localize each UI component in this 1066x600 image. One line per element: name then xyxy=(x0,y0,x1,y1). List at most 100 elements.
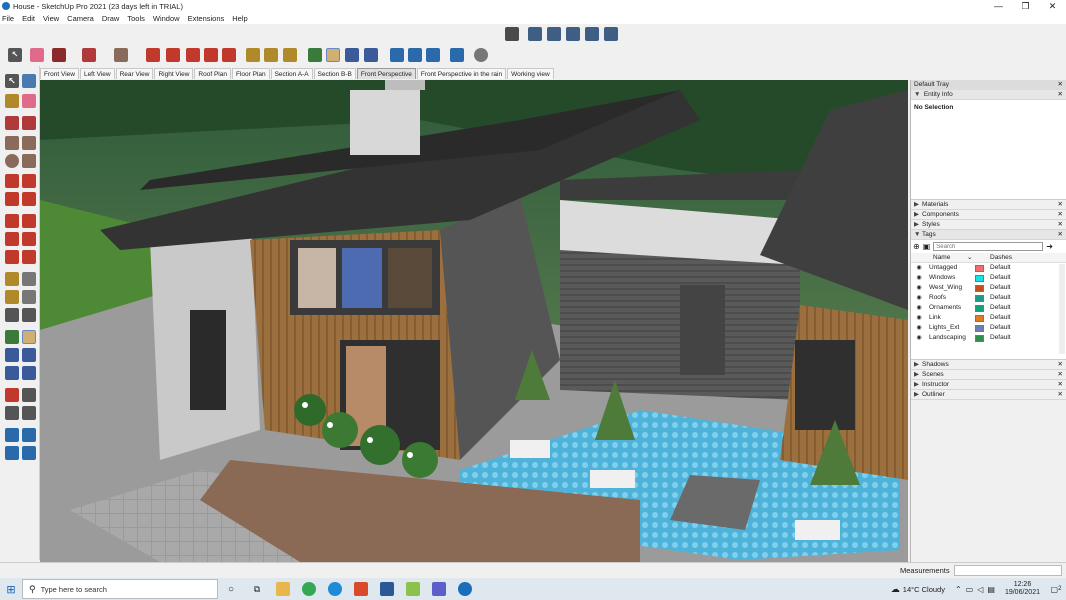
model-viewport[interactable] xyxy=(40,80,908,562)
scene-tab-rear-view[interactable]: Rear View xyxy=(115,68,154,79)
rotated-rectangle-icon[interactable] xyxy=(22,136,36,150)
teams-icon[interactable] xyxy=(432,582,446,596)
menu-tools[interactable]: Tools xyxy=(127,14,145,23)
layout-icon[interactable] xyxy=(426,48,440,62)
rectangle-icon[interactable] xyxy=(5,136,19,150)
paint-bucket-icon[interactable] xyxy=(5,94,19,108)
tag-color-swatch[interactable] xyxy=(975,324,984,332)
tag-color-swatch[interactable] xyxy=(975,274,984,282)
extension-manager-icon[interactable] xyxy=(450,48,464,62)
language-icon[interactable]: ▤ xyxy=(987,585,995,594)
instructor-header[interactable]: ▶ Instructor ✕ xyxy=(911,380,1066,390)
scene-tab-roof-plan[interactable]: Roof Plan xyxy=(194,68,231,79)
details-icon[interactable]: ➜ xyxy=(1046,242,1053,251)
tape-measure-icon[interactable] xyxy=(246,48,260,62)
components-header[interactable]: ▶ Components ✕ xyxy=(911,210,1066,220)
pan-icon[interactable] xyxy=(22,330,36,344)
tag-row[interactable]: ◉ Ornaments Default xyxy=(911,303,1066,313)
tray-close-icon[interactable]: ✕ xyxy=(1058,80,1063,90)
push-pull-icon[interactable] xyxy=(22,214,36,228)
rotate-icon[interactable] xyxy=(204,48,218,62)
scene-tab-front-perspective[interactable]: Front Perspective xyxy=(356,68,416,79)
extension-warehouse-icon[interactable] xyxy=(408,48,422,62)
line-icon[interactable] xyxy=(5,116,19,130)
orbit-icon[interactable] xyxy=(5,330,19,344)
3d-text-icon[interactable] xyxy=(22,308,36,322)
visibility-eye-icon[interactable]: ◉ xyxy=(911,313,927,323)
position-camera-icon[interactable] xyxy=(5,388,19,402)
walk-icon[interactable] xyxy=(5,406,19,420)
edge-icon[interactable] xyxy=(328,582,342,596)
menu-draw[interactable]: Draw xyxy=(102,14,120,23)
visibility-eye-icon[interactable]: ◉ xyxy=(911,283,927,293)
close-button[interactable]: ✕ xyxy=(1039,0,1066,12)
front-view-icon[interactable] xyxy=(547,27,561,41)
sort-chevron-icon[interactable]: ⌄ xyxy=(967,253,990,262)
visibility-eye-icon[interactable]: ◉ xyxy=(911,333,927,343)
word-icon[interactable] xyxy=(380,582,394,596)
visibility-eye-icon[interactable]: ◉ xyxy=(911,293,927,303)
tag-dashes[interactable]: Default xyxy=(990,293,1030,303)
add-tag-icon[interactable]: ⊕ xyxy=(913,242,920,251)
paint-bucket-icon[interactable] xyxy=(283,48,297,62)
zoom-icon[interactable] xyxy=(5,348,19,362)
tag-color-swatch[interactable] xyxy=(975,314,984,322)
orbit-icon[interactable] xyxy=(308,48,322,62)
visibility-eye-icon[interactable]: ◉ xyxy=(911,263,927,273)
network-icon[interactable]: ▭ xyxy=(966,585,974,594)
panel-close-icon[interactable]: ✕ xyxy=(1058,370,1063,380)
3d-warehouse-icon[interactable] xyxy=(5,428,19,442)
scenes-header[interactable]: ▶ Scenes ✕ xyxy=(911,370,1066,380)
section-plane-icon[interactable] xyxy=(22,406,36,420)
tag-dashes[interactable]: Default xyxy=(990,273,1030,283)
tag-dashes[interactable]: Default xyxy=(990,263,1030,273)
left-view-icon[interactable] xyxy=(604,27,618,41)
follow-me-icon[interactable] xyxy=(22,232,36,246)
tag-row[interactable]: ◉ Landscaping Default xyxy=(911,333,1066,343)
back-view-icon[interactable] xyxy=(585,27,599,41)
tape-measure-icon[interactable] xyxy=(5,272,19,286)
col-name[interactable]: Name xyxy=(927,253,967,262)
tag-row[interactable]: ◉ Roofs Default xyxy=(911,293,1066,303)
visibility-eye-icon[interactable]: ◉ xyxy=(911,273,927,283)
freehand-icon[interactable] xyxy=(22,116,36,130)
scale-icon[interactable] xyxy=(5,250,19,264)
top-view-icon[interactable] xyxy=(528,27,542,41)
text-icon[interactable] xyxy=(22,290,36,304)
offset-icon[interactable] xyxy=(22,250,36,264)
outliner-header[interactable]: ▶ Outliner ✕ xyxy=(911,390,1066,400)
tag-color-swatch[interactable] xyxy=(975,294,984,302)
extension-manager-icon[interactable] xyxy=(22,446,36,460)
tags-scrollbar[interactable] xyxy=(1059,264,1065,354)
zoom-extents-icon[interactable] xyxy=(364,48,378,62)
arc-icon[interactable] xyxy=(82,48,96,62)
panel-close-icon[interactable]: ✕ xyxy=(1058,230,1063,240)
file-explorer-icon[interactable] xyxy=(276,582,290,596)
previous-view-icon[interactable] xyxy=(22,366,36,380)
panel-close-icon[interactable]: ✕ xyxy=(1058,90,1063,100)
visibility-eye-icon[interactable]: ◉ xyxy=(911,323,927,333)
tags-header[interactable]: ▼ Tags ✕ xyxy=(911,230,1066,240)
eraser-icon[interactable] xyxy=(22,94,36,108)
line-icon[interactable] xyxy=(52,48,66,62)
rotate-icon[interactable] xyxy=(5,232,19,246)
minimize-button[interactable]: — xyxy=(985,0,1012,12)
component-icon[interactable] xyxy=(22,74,36,88)
push-pull-icon[interactable] xyxy=(146,48,160,62)
circle-icon[interactable] xyxy=(5,154,19,168)
scene-tab-section-b[interactable]: Section B-B xyxy=(313,68,356,79)
polygon-icon[interactable] xyxy=(22,154,36,168)
office-icon[interactable] xyxy=(354,582,368,596)
text-icon[interactable] xyxy=(264,48,278,62)
tag-row[interactable]: ◉ Untagged Default xyxy=(911,263,1066,273)
panel-close-icon[interactable]: ✕ xyxy=(1058,390,1063,400)
zoom-extents-icon[interactable] xyxy=(5,366,19,380)
clock[interactable]: 12:26 19/06/2021 xyxy=(1005,581,1040,597)
tag-row[interactable]: ◉ West_Wing Default xyxy=(911,283,1066,293)
scene-tab-section-a[interactable]: Section A-A xyxy=(270,68,313,79)
task-view-icon[interactable]: ⧉ xyxy=(250,584,264,595)
scene-tab-working-view[interactable]: Working view xyxy=(507,68,554,79)
move-icon[interactable] xyxy=(5,214,19,228)
select-icon[interactable]: ↖ xyxy=(5,74,19,88)
scene-tab-floor-plan[interactable]: Floor Plan xyxy=(231,68,270,79)
